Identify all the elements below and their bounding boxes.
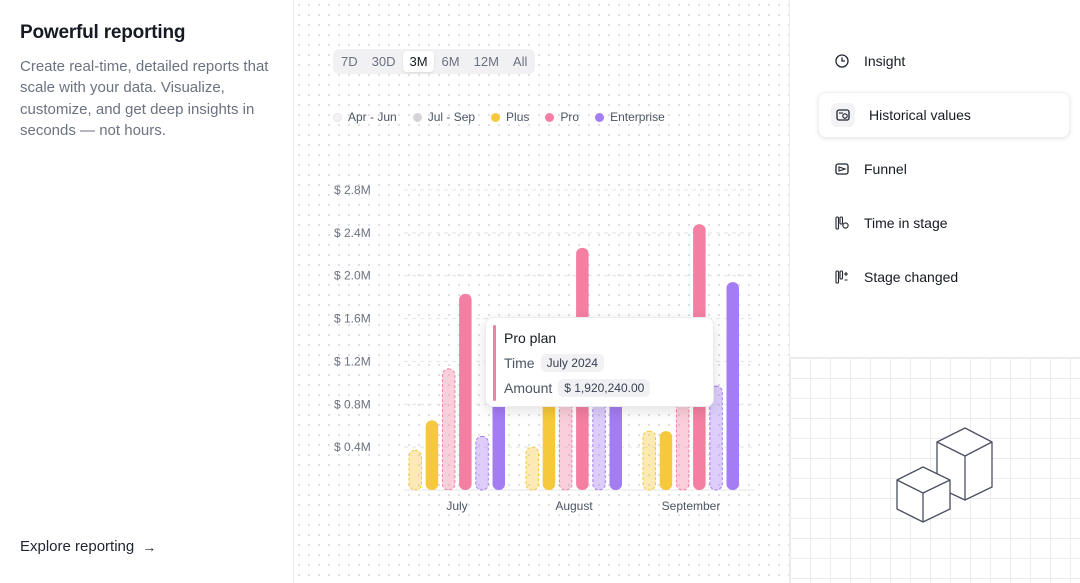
range-6m[interactable]: 6M <box>436 51 466 72</box>
stage-changed-icon <box>834 269 850 285</box>
clock-icon <box>834 53 850 69</box>
menu-item-label: Insight <box>864 53 906 69</box>
section-description: Create real-time, detailed reports that … <box>20 58 269 140</box>
legend-item[interactable]: Apr - Jun <box>333 110 397 124</box>
menu-item-historical-values[interactable]: Historical values <box>818 92 1070 138</box>
legend-swatch <box>545 112 555 122</box>
y-tick-label: $ 1.2M <box>334 354 371 368</box>
y-tick-label: $ 0.8M <box>334 397 371 411</box>
bar-plus-prev <box>408 449 422 491</box>
tooltip-time-value: July 2024 <box>540 354 604 372</box>
menu-item-stage-changed[interactable]: Stage changed <box>818 254 1070 300</box>
y-tick-label: $ 0.4M <box>334 440 371 454</box>
menu-item-insight[interactable]: Insight <box>818 38 1070 84</box>
y-tick-label: $ 2.0M <box>334 269 371 283</box>
tooltip-time-row: Time July 2024 <box>504 354 604 372</box>
legend-label: Pro <box>560 110 580 124</box>
legend-label: Enterprise <box>610 110 665 124</box>
legend-swatch <box>412 112 422 122</box>
legend-item[interactable]: Jul - Sep <box>412 110 476 124</box>
range-selector: 7D 30D 3M 6M 12M All <box>333 49 536 74</box>
tooltip-amount-value: $ 1,920,240.00 <box>558 379 651 397</box>
range-all[interactable]: All <box>507 51 533 72</box>
explore-link-label: Explore reporting <box>20 538 135 555</box>
tooltip-amount-row: Amount $ 1,920,240.00 <box>504 379 651 397</box>
history-icon <box>831 103 855 127</box>
bar-plus-prev <box>525 446 539 491</box>
left-panel: Powerful reporting Create real-time, det… <box>0 0 294 583</box>
chart-legend: Apr - Jun Jul - Sep Plus Pro Enterprise <box>333 110 665 124</box>
bar-pro-prev <box>441 368 456 491</box>
legend-label: Apr - Jun <box>348 110 397 124</box>
x-tick-label: July <box>446 499 467 513</box>
menu-item-funnel[interactable]: Funnel <box>818 146 1070 192</box>
range-30d[interactable]: 30D <box>366 51 402 72</box>
bar-plus-prev <box>642 430 656 491</box>
legend-swatch <box>491 112 501 122</box>
y-tick-label: $ 1.6M <box>334 312 371 326</box>
chart-tooltip: Pro plan Time July 2024 Amount $ 1,920,2… <box>485 317 714 407</box>
legend-item[interactable]: Enterprise <box>595 110 665 124</box>
explore-reporting-link[interactable]: Explore reporting → <box>20 538 156 555</box>
bar-plus-curr <box>659 431 673 490</box>
y-tick-label: $ 2.4M <box>334 226 371 240</box>
bar-plus-curr <box>542 393 556 490</box>
legend-item[interactable]: Plus <box>491 110 529 124</box>
menu-item-label: Funnel <box>864 161 907 177</box>
tooltip-time-label: Time <box>504 355 535 371</box>
tooltip-accent <box>493 325 496 401</box>
y-tick-label: $ 2.8M <box>334 183 371 197</box>
funnel-icon <box>834 161 850 177</box>
bar-enterprise-curr <box>726 282 739 490</box>
menu-item-label: Time in stage <box>864 215 948 231</box>
range-7d[interactable]: 7D <box>335 51 364 72</box>
arrow-right-icon: → <box>142 538 157 555</box>
section-title: Powerful reporting <box>20 22 186 43</box>
x-tick-label: August <box>555 499 593 513</box>
stage-time-icon <box>834 215 850 231</box>
legend-swatch <box>595 112 605 122</box>
bar-enterprise-prev <box>592 398 606 491</box>
menu-item-time-in-stage[interactable]: Time in stage <box>818 200 1070 246</box>
bar-plus-curr <box>425 420 439 490</box>
bar-pro-curr <box>459 293 472 490</box>
legend-label: Jul - Sep <box>427 110 476 124</box>
legend-swatch <box>333 112 342 122</box>
legend-label: Plus <box>506 110 530 124</box>
range-12m[interactable]: 12M <box>468 51 505 72</box>
bar-pro-prev <box>558 393 573 491</box>
range-3m[interactable]: 3M <box>403 51 434 72</box>
bar-enterprise-prev <box>475 435 489 491</box>
x-tick-label: September <box>662 499 721 513</box>
report-type-menu: Insight Historical values Funnel Time in st… <box>818 38 1070 308</box>
tooltip-title: Pro plan <box>504 330 557 346</box>
menu-item-label: Stage changed <box>864 269 959 285</box>
bar-enterprise-curr <box>609 393 622 490</box>
tooltip-amount-label: Amount <box>504 380 553 396</box>
legend-item[interactable]: Pro <box>545 110 579 124</box>
menu-item-label: Historical values <box>869 107 971 123</box>
cubes-illustration-icon <box>896 427 993 523</box>
